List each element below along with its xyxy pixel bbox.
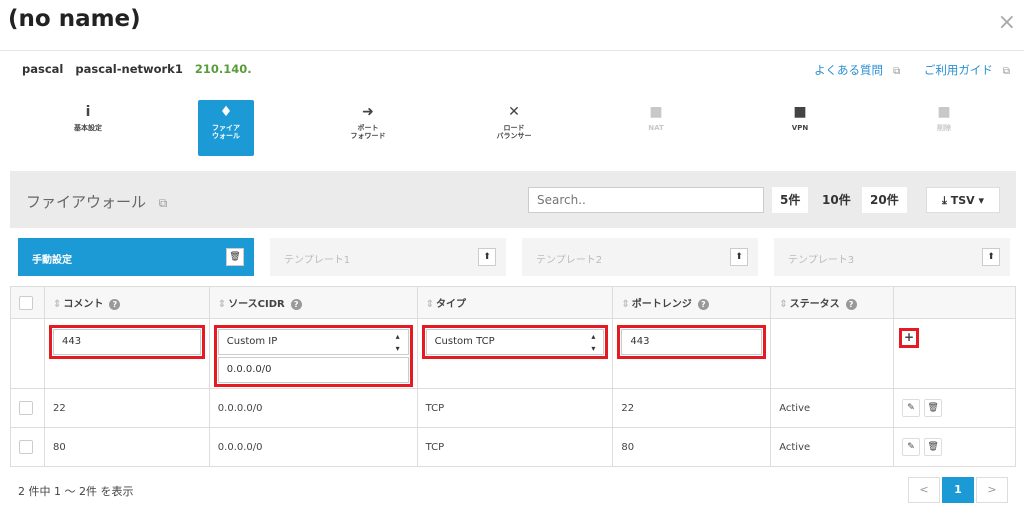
tsv-dropdown-button[interactable]: ⤓ TSV ▾: [926, 187, 1000, 213]
row-checkbox[interactable]: [19, 401, 33, 415]
table-header: ⇕ コメント? ⇕ ソースCIDR? ⇕ タイプ ⇕ ポートレンジ? ⇕ ステータス?: [10, 286, 1016, 319]
upload-icon[interactable]: ⬆: [478, 248, 496, 266]
nat-icon: ■: [649, 104, 663, 120]
external-link-icon: ⧉: [893, 66, 901, 77]
firewall-rules-table: ⇕ コメント? ⇕ ソースCIDR? ⇕ タイプ ⇕ ポートレンジ? ⇕ ステータス? 4…: [10, 286, 1016, 467]
status-badge: Active: [770, 427, 895, 467]
fire-icon: ♦: [219, 104, 233, 120]
guide-link[interactable]: ご利用ガイド ⧉: [914, 63, 1010, 77]
col-source-cidr[interactable]: ⇕ ソースCIDR?: [208, 286, 418, 319]
upload-icon[interactable]: ⬆: [982, 248, 1000, 266]
upload-icon[interactable]: ⬆: [730, 248, 748, 266]
next-page-button[interactable]: >: [976, 477, 1008, 503]
server-ip: 210.140.: [194, 62, 252, 76]
caret-down-icon: ▾: [978, 194, 985, 207]
col-port-range[interactable]: ⇕ ポートレンジ?: [612, 286, 772, 319]
help-links: よくある質問 ⧉ ご利用ガイド ⧉: [794, 62, 1010, 78]
type-select[interactable]: Custom TCP: [421, 325, 609, 359]
template-1[interactable]: テンプレート1 ⬆: [270, 238, 506, 276]
network-name: pascal-network1: [75, 62, 183, 76]
page-1-button[interactable]: 1: [942, 477, 974, 503]
menu-port-forward[interactable]: ➜ ポート フォワード: [340, 100, 396, 156]
pagination: < 1 >: [906, 477, 1008, 503]
select-all-checkbox[interactable]: [19, 295, 33, 310]
template-3[interactable]: テンプレート3 ⬆: [774, 238, 1010, 276]
template-2[interactable]: テンプレート2 ⬆: [522, 238, 758, 276]
modal-title: (no name): [8, 6, 141, 32]
sort-icon: ⇕: [52, 299, 62, 310]
help-icon[interactable]: ?: [697, 299, 709, 310]
sort-icon: ⇕: [217, 299, 227, 310]
menu-delete: ■ 削除: [916, 100, 972, 156]
external-link-icon: ⧉: [1002, 66, 1010, 77]
info-icon: i: [85, 104, 91, 120]
expand-icon: ✕: [508, 104, 520, 120]
edit-icon[interactable]: ✎: [902, 438, 921, 456]
section-title: ファイアウォール ⧉: [26, 193, 168, 211]
download-icon: ⤓: [941, 194, 947, 207]
page-size-10[interactable]: 10件: [814, 187, 859, 213]
table-row: 80 0.0.0.0/0 TCP 80 Active ✎ 🗑: [10, 427, 1016, 467]
source-cidr-group: Custom IP 0.0.0.0/0: [213, 325, 413, 387]
edit-icon[interactable]: ✎: [902, 399, 921, 417]
source-cidr-input[interactable]: 0.0.0.0/0: [217, 357, 409, 383]
menu-vpn[interactable]: ■ VPN: [772, 100, 828, 156]
close-icon[interactable]: ×: [998, 10, 1016, 35]
col-type[interactable]: ⇕ タイプ: [416, 286, 614, 319]
add-rule-button[interactable]: +: [899, 328, 920, 348]
prev-page-button[interactable]: <: [908, 477, 940, 503]
comment-input[interactable]: 443: [48, 325, 205, 359]
page-size-5[interactable]: 5件: [772, 187, 809, 213]
help-icon[interactable]: ?: [109, 299, 121, 310]
server-info: pascal pascal-network1 210.140.: [22, 62, 252, 76]
sort-icon: ⇕: [425, 299, 434, 310]
search-input[interactable]: [528, 187, 764, 213]
page-size-20[interactable]: 20件: [862, 187, 907, 213]
source-cidr-select[interactable]: Custom IP: [217, 329, 409, 355]
sort-icon: ⇕: [779, 299, 788, 310]
trash-icon: ■: [937, 104, 951, 120]
menu-nat: ■ NAT: [628, 100, 684, 156]
sort-icon: ⇕: [621, 299, 630, 310]
help-icon[interactable]: ?: [845, 299, 857, 310]
table-row: 22 0.0.0.0/0 TCP 22 Active ✎ 🗑: [10, 388, 1016, 428]
result-count: 2 件中 1 〜 2件 を表示: [18, 485, 134, 498]
menu-firewall[interactable]: ♦ ファイア ウォール: [198, 100, 254, 156]
external-link-icon[interactable]: ⧉: [159, 196, 168, 210]
col-status[interactable]: ⇕ ステータス?: [770, 286, 895, 319]
template-manual[interactable]: 手動設定 🗑: [18, 238, 254, 276]
server-name: pascal: [22, 62, 64, 76]
menu-basic-settings[interactable]: i 基本設定: [60, 100, 116, 156]
edit-row: 443 Custom IP 0.0.0.0/0 Custom TCP 443 +: [10, 318, 1016, 389]
feature-menu: i 基本設定 ♦ ファイア ウォール ➜ ポート フォワード ✕ ロード バラン…: [0, 100, 1024, 158]
trash-icon[interactable]: 🗑: [226, 248, 244, 266]
col-comment[interactable]: ⇕ コメント?: [43, 286, 210, 319]
menu-load-balancer[interactable]: ✕ ロード バランサー: [486, 100, 542, 156]
sign-in-icon: ➜: [362, 104, 374, 120]
unlock-icon: ■: [793, 104, 807, 120]
firewall-toolbar: ファイアウォール ⧉ 5件 10件 20件 ⤓ TSV ▾: [10, 171, 1016, 228]
divider: [0, 50, 1024, 51]
faq-link[interactable]: よくある質問 ⧉: [804, 63, 900, 77]
help-icon[interactable]: ?: [290, 299, 302, 310]
trash-icon[interactable]: 🗑: [924, 438, 943, 456]
row-checkbox[interactable]: [19, 440, 33, 454]
port-range-input[interactable]: 443: [617, 325, 767, 359]
status-badge: Active: [770, 388, 895, 428]
trash-icon[interactable]: 🗑: [924, 399, 943, 417]
